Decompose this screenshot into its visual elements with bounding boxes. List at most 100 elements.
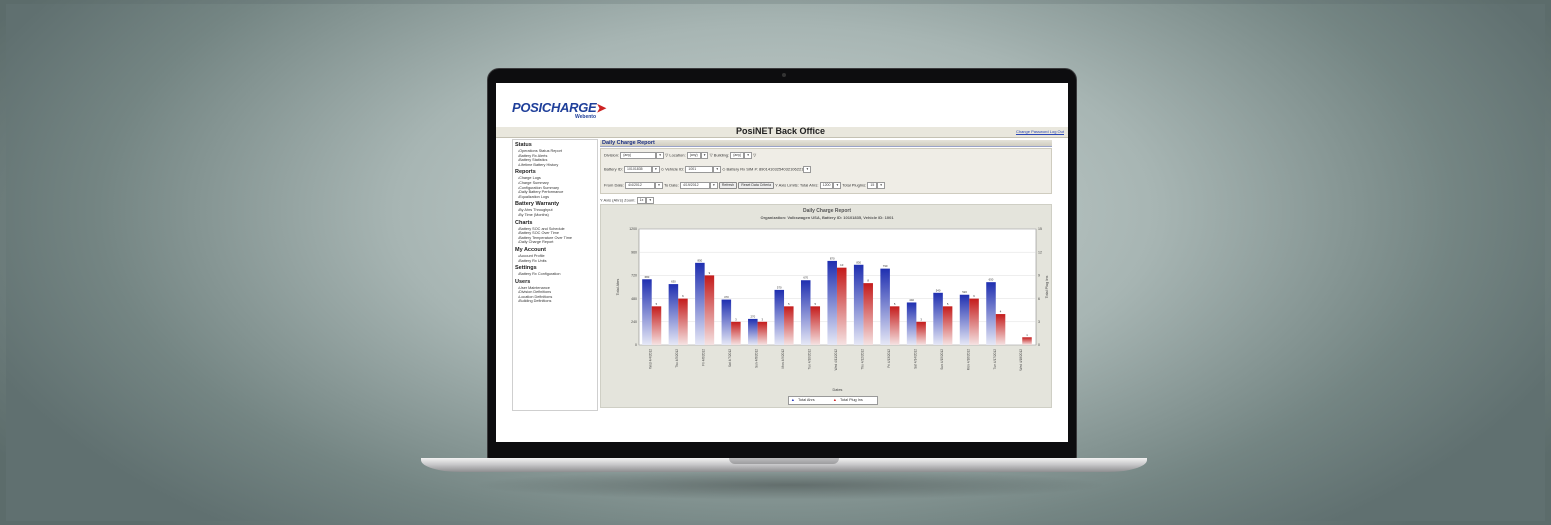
bar-value-label: 630	[671, 280, 676, 284]
x-tick-label: Tue 4/17/2012	[993, 349, 997, 370]
bar-value-label: 870	[830, 256, 835, 260]
sidebar-section-title: Charts	[515, 219, 533, 226]
sidebar-item[interactable]: Equalization Logs	[518, 195, 597, 200]
header-links[interactable]: Change Password Log Out	[1016, 129, 1064, 134]
total-plugins-label: Total PlugIns:	[842, 182, 867, 188]
x-tick-label: Wed 4/11/2012	[834, 349, 838, 371]
bar-value-label: 680	[645, 275, 650, 279]
y-tick-label: 240	[631, 320, 637, 324]
bar-total-ahrs	[959, 294, 970, 345]
total-plugins-dropdown-icon[interactable]: ▾	[877, 182, 886, 189]
y2-tick-label: 12	[1038, 250, 1042, 254]
x-tick-label: Sun 4/15/2012	[940, 349, 944, 370]
app-header: PosiNET Back Office Change Password Log …	[496, 126, 1068, 138]
bar-total-ahrs	[880, 268, 890, 345]
total-plugins-select[interactable]: 15	[867, 182, 878, 189]
location-dropdown-icon[interactable]: ▾	[700, 152, 709, 159]
legend-red-icon: ▲	[833, 398, 837, 402]
zoom-dropdown-icon[interactable]: ▾	[646, 197, 655, 204]
filter-icon[interactable]: ▽	[665, 153, 668, 158]
bar-total-ahrs	[853, 264, 864, 345]
bar-total-ahrs	[800, 280, 811, 345]
bar-total-plugins	[704, 275, 715, 345]
bar-total-ahrs	[668, 284, 679, 345]
sidebar-item[interactable]: Battery Rx Configuration	[518, 272, 597, 277]
screen: POSICHARGE➤ Webento PosiNET Back Office …	[496, 83, 1068, 442]
battery-id-dropdown-icon[interactable]: ▾	[652, 166, 660, 173]
sidebar-nav: StatusOperations Status ReportBattery Rx…	[512, 139, 598, 411]
bar-total-plugins	[969, 298, 979, 345]
legend-series-2: Total Plug Ins	[840, 398, 863, 402]
total-ahrs-select[interactable]: 1200	[819, 182, 834, 189]
bar-total-plugins	[1022, 337, 1032, 345]
y2-tick-label: 6	[1038, 297, 1040, 301]
x-tick-label: Mon 4/9/2012	[781, 349, 785, 369]
chart-legend: ▲ Total Ahrs ▲ Total Plug Ins	[788, 396, 878, 405]
y2-tick-label: 9	[1038, 274, 1040, 278]
bar-chart: 02404807209601200036912156805Wed 4/4/201…	[616, 227, 1049, 392]
bar-total-plugins	[784, 306, 794, 345]
division-dropdown-icon[interactable]: ▾	[656, 152, 665, 159]
x-tick-label: Tue 4/10/2012	[808, 349, 812, 370]
chart-container: Daily Charge Report Organization: Volksw…	[600, 204, 1052, 408]
from-date-dropdown-icon[interactable]: ▾	[655, 182, 663, 189]
refresh-button[interactable]: Refresh	[718, 182, 738, 189]
bar-value-label: 650	[989, 278, 994, 282]
logo-text: POSICHARGE	[512, 100, 597, 115]
bar-value-label: 10	[840, 263, 844, 267]
bar-value-label: 570	[777, 285, 782, 289]
filter-icon[interactable]: ▽	[710, 153, 713, 158]
sidebar-section-title: Battery Warranty	[515, 201, 560, 208]
x-tick-label: Sat 4/14/2012	[913, 349, 917, 369]
laptop-shadow	[470, 470, 1110, 500]
x-tick-label: Thu 4/5/2012	[675, 349, 679, 368]
filter-icon[interactable]: ▽	[753, 153, 756, 158]
total-ahrs-dropdown-icon[interactable]: ▾	[833, 182, 842, 189]
camera-dot	[782, 73, 786, 77]
battery-sim-value: 89014103254032106221	[758, 166, 804, 172]
from-date-input[interactable]: 4/4/2012	[625, 182, 656, 189]
x-axis-label: Dates	[833, 388, 843, 392]
diamond-icon: ◇	[660, 166, 664, 172]
bar-value-label: 520	[962, 290, 967, 294]
logo-subtext: Webento	[575, 114, 597, 120]
sidebar-item[interactable]: Building Definitions	[518, 299, 597, 304]
diamond-icon: ◇	[722, 166, 726, 172]
x-tick-label: Fri 4/6/2012	[702, 349, 706, 366]
bar-total-ahrs	[642, 279, 652, 345]
y-tick-label: 720	[631, 274, 637, 278]
sidebar-item[interactable]: Battery Rx Units	[518, 259, 597, 264]
vehicle-id-dropdown-icon[interactable]: ▾	[713, 166, 722, 173]
y-tick-label: 480	[631, 297, 637, 301]
bar-total-plugins	[863, 283, 873, 345]
sidebar-item[interactable]: By Time (Months)	[518, 213, 597, 218]
vehicle-id-label: Vehicle ID:	[665, 166, 685, 172]
laptop-display: POSICHARGE➤ Webento PosiNET Back Office …	[487, 68, 1077, 459]
y2-axis-label: Total Plug Ins	[1045, 276, 1049, 299]
laptop-notch	[729, 458, 839, 464]
location-select[interactable]: (any)	[686, 152, 701, 159]
sidebar-section-title: Reports	[515, 169, 536, 176]
battery-sim-dropdown-icon[interactable]: ▾	[803, 166, 812, 173]
vehicle-id-select[interactable]: 1001	[685, 166, 714, 173]
to-date-input[interactable]: 4/19/2012	[679, 182, 710, 189]
bar-total-plugins	[678, 298, 688, 345]
bar-total-plugins	[889, 306, 900, 345]
sidebar-item[interactable]: Daily Charge Report	[518, 240, 597, 245]
division-select[interactable]: (any)	[620, 152, 657, 159]
building-select[interactable]: (any)	[730, 152, 745, 159]
reset-criteria-button[interactable]: Reset Data Criteria	[738, 182, 775, 189]
to-date-dropdown-icon[interactable]: ▾	[709, 182, 718, 189]
location-label: Location:	[669, 152, 686, 158]
posicharge-logo: POSICHARGE➤ Webento	[512, 99, 606, 120]
zoom-select[interactable]: 1x	[636, 197, 647, 204]
battery-sim-label: Battery Rx SIM #:	[726, 166, 758, 172]
building-dropdown-icon[interactable]: ▾	[744, 152, 752, 159]
bar-total-ahrs	[721, 299, 732, 345]
bar-total-ahrs	[774, 289, 785, 345]
sidebar-item[interactable]: Lifetime Battery History	[518, 163, 597, 168]
x-tick-label: Thu 4/12/2012	[860, 349, 864, 370]
battery-id-select[interactable]: 10101835	[624, 166, 653, 173]
bar-value-label: 830	[856, 260, 861, 264]
bar-total-ahrs	[986, 282, 996, 345]
